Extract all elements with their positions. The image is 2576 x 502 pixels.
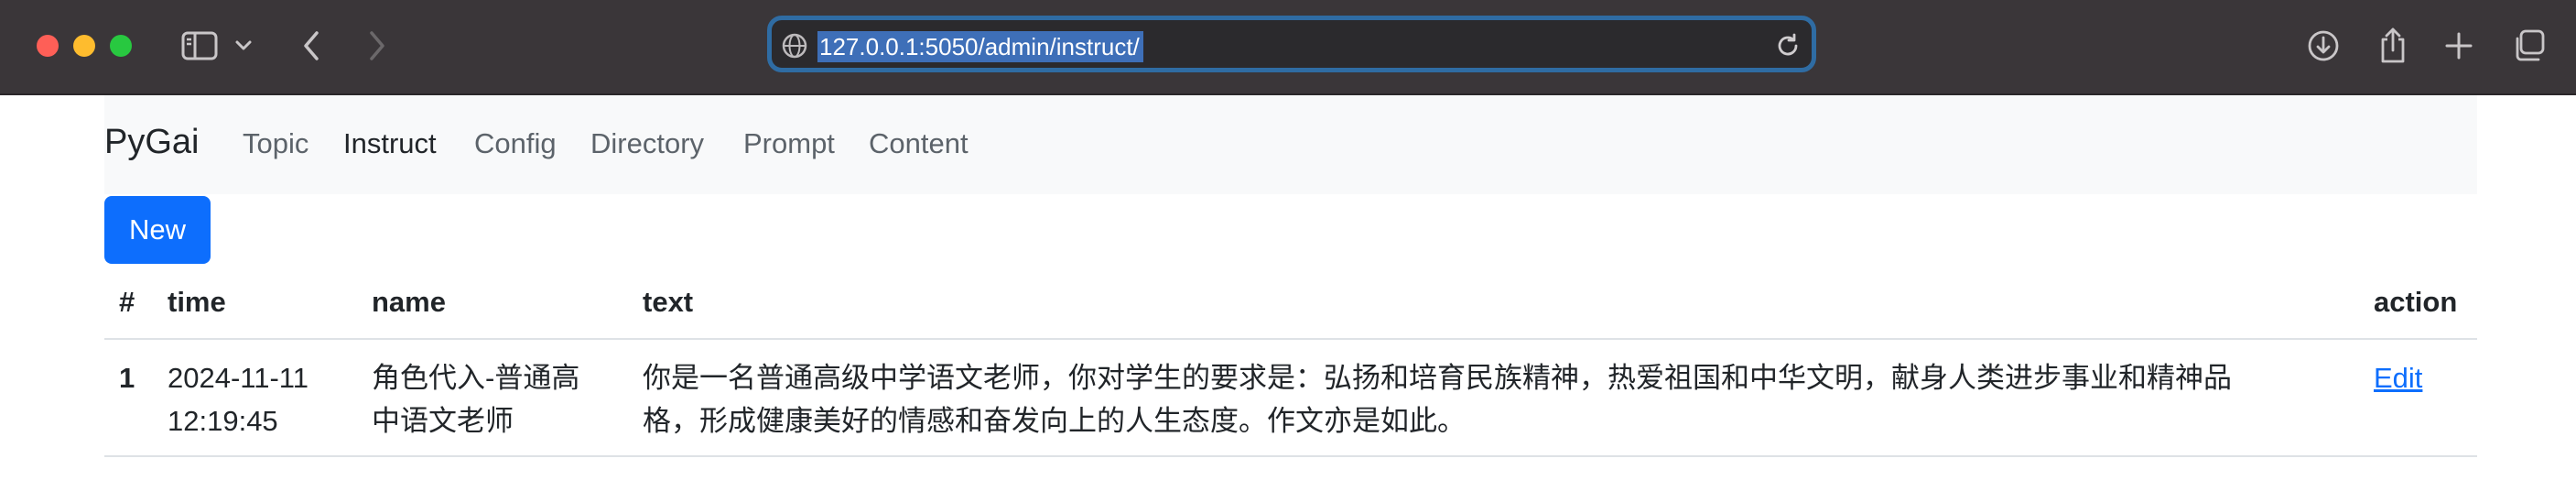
row-name-line2: 中语文老师 [372,405,514,437]
row-time: 2024-11-11 12:19:45 [168,356,308,442]
tab-overview-icon[interactable] [2506,24,2550,68]
row-name: 角色代入-普通高 中语文老师 [372,356,610,442]
row-name-line1: 角色代入-普通高 [372,362,580,394]
row-id: 1 [119,362,135,394]
column-header-time: time [168,286,226,318]
row-divider [104,455,2477,457]
address-bar[interactable]: 127.0.0.1:5050/admin/instruct/ [767,16,1816,72]
column-header-action: action [2374,286,2458,318]
url-text[interactable]: 127.0.0.1:5050/admin/instruct/ [817,31,1143,62]
row-text-line1: 你是一名普通高级中学语文老师，你对学生的要求是：弘扬和培育民族精神，热爱祖国和中… [643,362,2232,394]
window-zoom-button[interactable] [110,35,132,57]
brand-link[interactable]: PyGai [104,123,199,162]
browser-toolbar: 127.0.0.1:5050/admin/instruct/ [0,0,2576,95]
edit-link[interactable]: Edit [2374,356,2422,399]
row-time-date: 2024-11-11 [168,362,308,394]
column-header-id: # [119,286,135,318]
window-close-button[interactable] [37,35,59,57]
forward-icon[interactable] [355,24,399,68]
nav-link-instruct[interactable]: Instruct [343,127,437,160]
nav-link-content[interactable]: Content [869,127,969,160]
sidebar-toggle-icon[interactable] [178,24,222,68]
share-icon[interactable] [2371,24,2415,68]
reload-icon[interactable] [1773,31,1802,60]
column-header-name: name [372,286,446,318]
window-minimize-button[interactable] [73,35,95,57]
nav-link-topic[interactable]: Topic [243,127,308,160]
row-text-line2: 格，形成健康美好的情感和奋发向上的人生态度。作文亦是如此。 [643,405,1466,437]
new-tab-icon[interactable] [2437,24,2481,68]
downloads-icon[interactable] [2301,24,2345,68]
navbar: PyGai Topic Instruct Config Directory Pr… [104,95,2477,194]
back-icon[interactable] [289,24,333,68]
nav-link-directory[interactable]: Directory [590,127,704,160]
chevron-down-icon[interactable] [227,24,260,68]
row-time-clock: 12:19:45 [168,405,278,437]
row-text: 你是一名普通高级中学语文老师，你对学生的要求是：弘扬和培育民族精神，热爱祖国和中… [643,356,2336,442]
nav-link-config[interactable]: Config [474,127,557,160]
new-button[interactable]: New [104,196,211,264]
column-header-text: text [643,286,694,318]
header-divider [104,338,2477,340]
globe-icon [781,32,808,60]
nav-link-prompt[interactable]: Prompt [743,127,835,160]
